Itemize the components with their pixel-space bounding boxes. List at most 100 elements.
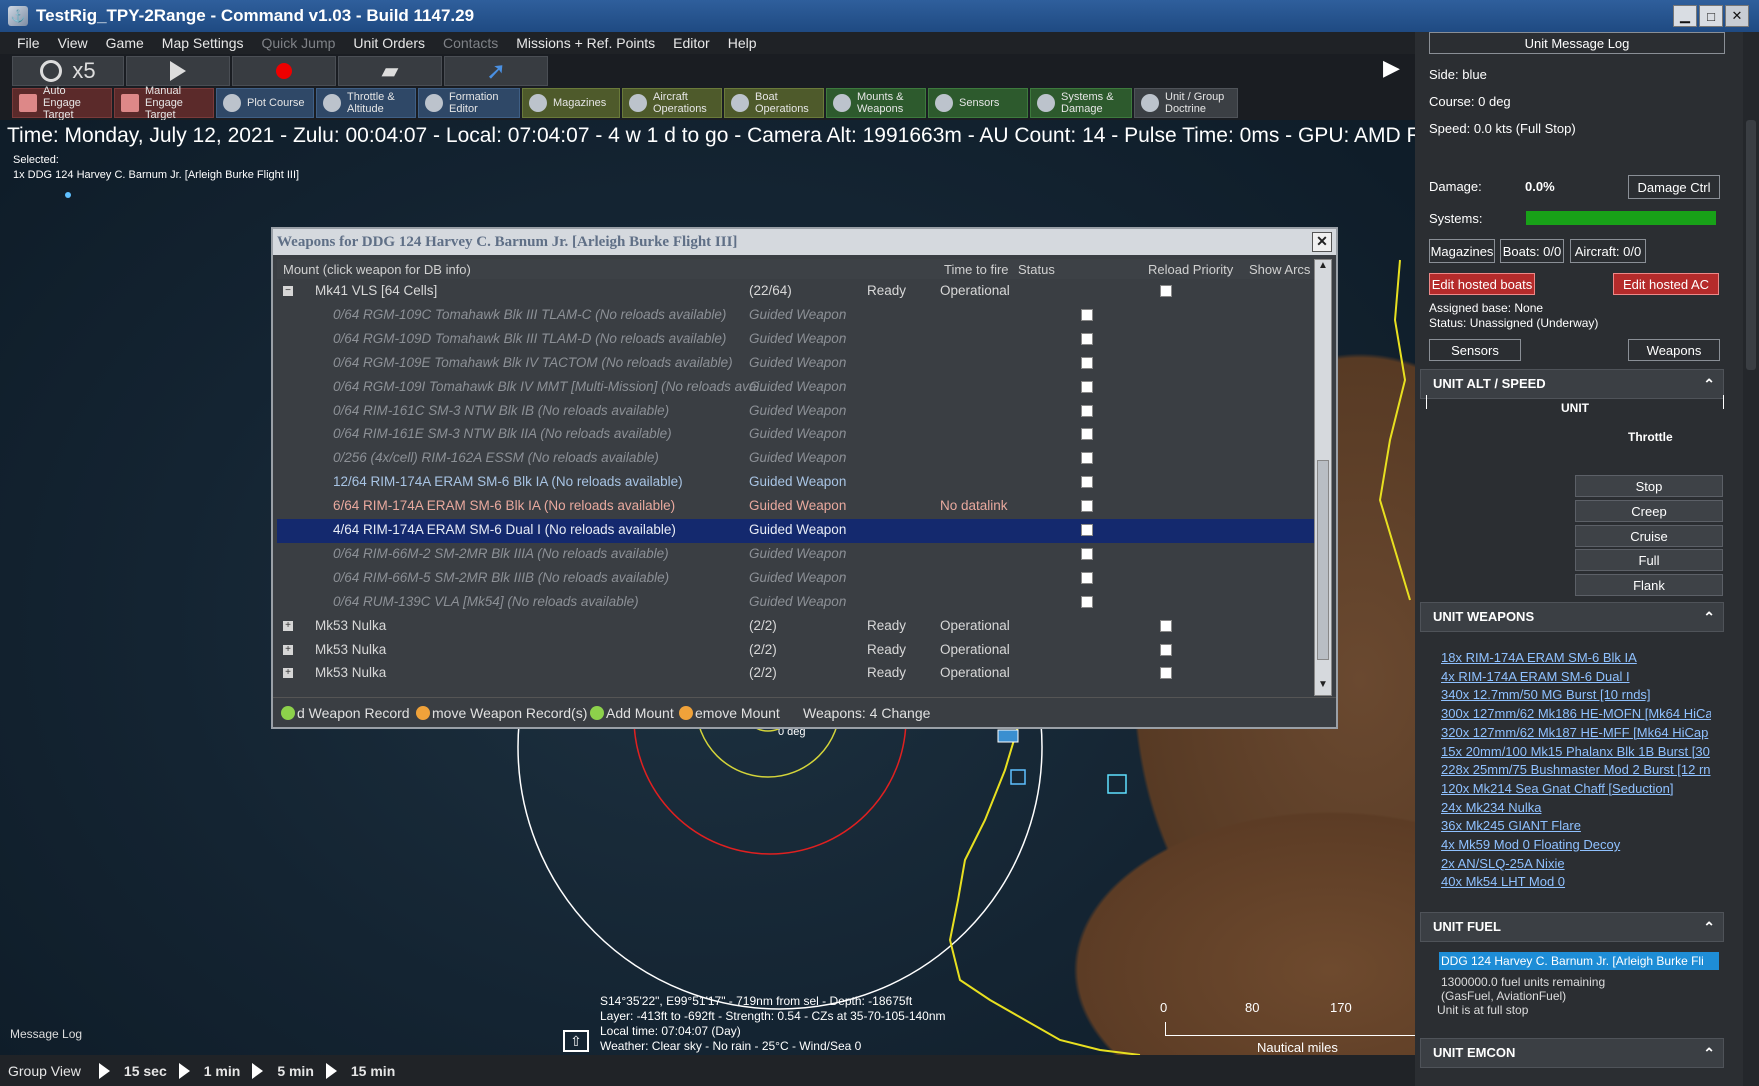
unit-emcon-header[interactable]: UNIT EMCON ⌃: [1420, 1038, 1724, 1068]
tool-button[interactable]: Throttle & Altitude: [316, 88, 416, 118]
aircraft-button[interactable]: Aircraft: 0/0: [1570, 239, 1646, 263]
jump-button[interactable]: ➚: [444, 56, 548, 86]
remove-weapon-record-button[interactable]: move Weapon Record(s): [416, 705, 587, 721]
weapon-row[interactable]: 12/64 RIM-174A ERAM SM-6 Blk IA (No relo…: [277, 471, 1315, 495]
reload-priority-checkbox[interactable]: [1081, 547, 1093, 560]
facility-icon[interactable]: [1107, 774, 1127, 794]
reload-priority-checkbox[interactable]: [1081, 380, 1093, 393]
group-view-toggle[interactable]: Group View: [8, 1063, 81, 1079]
weapon-row[interactable]: 0/64 RIM-66M-2 SM-2MR Blk IIIA (No reloa…: [277, 543, 1315, 567]
expand-icon[interactable]: +: [283, 668, 293, 679]
col-status[interactable]: Status: [1018, 262, 1055, 277]
close-icon[interactable]: ✕: [1725, 5, 1749, 27]
tool-button[interactable]: Boat Operations: [724, 88, 824, 118]
fuel-unit-select[interactable]: DDG 124 Harvey C. Barnum Jr. [Arleigh Bu…: [1439, 952, 1719, 970]
edit-hosted-boats-button[interactable]: Edit hosted boats: [1429, 273, 1535, 295]
remove-mount-button[interactable]: emove Mount: [679, 705, 780, 721]
col-reload-priority[interactable]: Reload Priority: [1148, 262, 1233, 277]
unit-weapons-header[interactable]: UNIT WEAPONS ⌃: [1420, 602, 1724, 632]
time-compression-button[interactable]: x5: [12, 56, 124, 86]
weapon-link[interactable]: 2x AN/SLQ-25A Nixie: [1441, 856, 1711, 871]
col-time-to-fire[interactable]: Time to fire: [944, 262, 1009, 277]
step-15-min-button[interactable]: 15 min: [325, 1062, 395, 1079]
weapon-link[interactable]: 228x 25mm/75 Bushmaster Mod 2 Burst [12 …: [1441, 762, 1711, 777]
add-weapon-record-button[interactable]: d Weapon Record: [281, 705, 410, 721]
tool-button[interactable]: Aircraft Operations: [622, 88, 722, 118]
expand-up-icon[interactable]: ⇧: [563, 1030, 589, 1052]
weapon-row[interactable]: 0/64 RGM-109E Tomahawk Blk IV TACTOM (No…: [277, 352, 1315, 376]
boats-button[interactable]: Boats: 0/0: [1500, 239, 1564, 263]
expand-icon[interactable]: +: [283, 644, 293, 655]
maximize-icon[interactable]: □: [1699, 5, 1723, 27]
step-15-sec-button[interactable]: 15 sec: [98, 1062, 167, 1079]
weapon-row[interactable]: 0/64 RIM-161C SM-3 NTW Blk IB (No reload…: [277, 400, 1315, 424]
reload-priority-checkbox[interactable]: [1081, 524, 1093, 536]
menu-unit-orders[interactable]: Unit Orders: [344, 35, 434, 51]
weapon-row[interactable]: 6/64 RIM-174A ERAM SM-6 Blk IA (No reloa…: [277, 495, 1315, 519]
selected-unit-marker[interactable]: [65, 192, 71, 198]
tool-button[interactable]: Sensors: [928, 88, 1028, 118]
collapse-icon[interactable]: ⌃: [1703, 370, 1715, 398]
weapon-row[interactable]: 0/64 RIM-161E SM-3 NTW Blk IIA (No reloa…: [277, 423, 1315, 447]
tool-button[interactable]: Auto Engage Target: [12, 85, 112, 121]
weapon-row[interactable]: 0/64 RGM-109C Tomahawk Blk III TLAM-C (N…: [277, 304, 1315, 328]
collapse-icon[interactable]: ⌃: [1703, 1039, 1715, 1067]
magazines-button[interactable]: Magazines: [1429, 239, 1495, 263]
weapon-link[interactable]: 15x 20mm/100 Mk15 Phalanx Blk 1B Burst […: [1441, 744, 1711, 759]
add-mount-button[interactable]: Add Mount: [590, 705, 674, 721]
weapon-row[interactable]: 0/256 (4x/cell) RIM-162A ESSM (No reload…: [277, 447, 1315, 471]
menu-game[interactable]: Game: [97, 35, 153, 51]
weapon-link[interactable]: 36x Mk245 GIANT Flare: [1441, 818, 1711, 833]
sensors-button[interactable]: Sensors: [1429, 339, 1521, 361]
reload-priority-checkbox[interactable]: [1081, 332, 1093, 345]
minimize-icon[interactable]: ▁: [1673, 5, 1697, 27]
menu-view[interactable]: View: [49, 35, 97, 51]
weapon-row[interactable]: − Mk41 VLS [64 Cells] (22/64) Ready Operatio…: [277, 280, 1315, 304]
reload-priority-checkbox[interactable]: [1081, 356, 1093, 369]
scroll-thumb[interactable]: [1317, 460, 1329, 660]
reload-priority-checkbox[interactable]: [1081, 571, 1093, 584]
reload-priority-checkbox[interactable]: [1081, 428, 1093, 441]
show-arcs-checkbox[interactable]: [1160, 619, 1172, 632]
collapse-icon[interactable]: ⌃: [1703, 913, 1715, 941]
weapon-link[interactable]: 40x Mk54 LHT Mod 0: [1441, 874, 1711, 889]
tool-button[interactable]: Manual Engage Target: [114, 85, 214, 121]
weapon-row[interactable]: + Mk53 Nulka (2/2) Ready Operational: [277, 615, 1315, 639]
speed-cruise-button[interactable]: Cruise: [1575, 525, 1723, 547]
step-1-min-button[interactable]: 1 min: [178, 1062, 240, 1079]
record-button[interactable]: [232, 56, 336, 86]
tool-button[interactable]: Plot Course: [216, 88, 314, 118]
reload-priority-checkbox[interactable]: [1081, 404, 1093, 417]
tool-button[interactable]: Systems & Damage: [1030, 88, 1132, 118]
tool-button[interactable]: Formation Editor: [418, 88, 520, 118]
weapon-row[interactable]: 0/64 RIM-66M-5 SM-2MR Blk IIIB (No reloa…: [277, 567, 1315, 591]
weapon-link[interactable]: 4x Mk59 Mod 0 Floating Decoy: [1441, 837, 1711, 852]
col-mount[interactable]: Mount (click weapon for DB info): [283, 262, 471, 277]
weapon-link[interactable]: 24x Mk234 Nulka: [1441, 800, 1711, 815]
weapon-link[interactable]: 4x RIM-174A ERAM SM-6 Dual I: [1441, 669, 1711, 684]
tool-button[interactable]: Magazines: [522, 88, 620, 118]
weapon-row[interactable]: + Mk53 Nulka (2/2) Ready Operational: [277, 662, 1315, 686]
panel-scrollbar[interactable]: [1743, 32, 1759, 1086]
col-show-arcs[interactable]: Show Arcs: [1249, 262, 1310, 277]
edit-hosted-ac-button[interactable]: Edit hosted AC: [1613, 273, 1719, 295]
speed-full-button[interactable]: Full: [1575, 549, 1723, 571]
panel-scroll-thumb[interactable]: [1746, 120, 1756, 370]
collapse-icon[interactable]: ⌃: [1703, 603, 1715, 631]
expand-icon[interactable]: +: [283, 620, 293, 631]
reload-priority-checkbox[interactable]: [1081, 500, 1093, 513]
menu-editor[interactable]: Editor: [664, 35, 719, 51]
speed-stop-button[interactable]: Stop: [1575, 475, 1723, 497]
menu-help[interactable]: Help: [719, 35, 766, 51]
unit-fuel-header[interactable]: UNIT FUEL ⌃: [1420, 912, 1724, 942]
panel-toggle-icon[interactable]: ▶: [1383, 55, 1409, 81]
dialog-close-icon[interactable]: ✕: [1312, 232, 1332, 252]
dialog-title-bar[interactable]: Weapons for DDG 124 Harvey C. Barnum Jr.…: [273, 229, 1336, 255]
show-arcs-checkbox[interactable]: [1160, 643, 1172, 656]
speed-creep-button[interactable]: Creep: [1575, 500, 1723, 522]
weapon-link[interactable]: 320x 127mm/62 Mk187 HE-MFF [Mk64 HiCap: [1441, 725, 1711, 740]
weapon-row[interactable]: 0/64 RUM-139C VLA [Mk54] (No reloads ava…: [277, 591, 1315, 615]
speed-flank-button[interactable]: Flank: [1575, 574, 1723, 596]
scroll-up-icon[interactable]: ▲: [1315, 260, 1331, 276]
weapon-link[interactable]: 120x Mk214 Sea Gnat Chaff [Seduction]: [1441, 781, 1711, 796]
